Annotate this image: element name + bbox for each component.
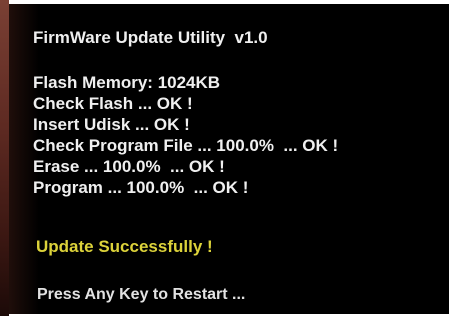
firmware-update-screen: FirmWare Update Utility v1.0 Flash Memor… [9,4,449,314]
utility-title: FirmWare Update Utility v1.0 [33,28,268,47]
erase-line: Erase ... 100.0% ... OK ! [33,157,225,176]
update-success-message: Update Successfully ! [36,237,213,256]
restart-prompt[interactable]: Press Any Key to Restart ... [37,285,245,305]
check-program-file-line: Check Program File ... 100.0% ... OK ! [33,136,339,155]
insert-udisk-line: Insert Udisk ... OK ! [33,115,190,134]
monitor-bezel [0,0,9,316]
check-flash-line: Check Flash ... OK ! [33,94,193,113]
program-line: Program ... 100.0% ... OK ! [33,178,249,197]
flash-memory-line: Flash Memory: 1024KB [33,73,221,92]
